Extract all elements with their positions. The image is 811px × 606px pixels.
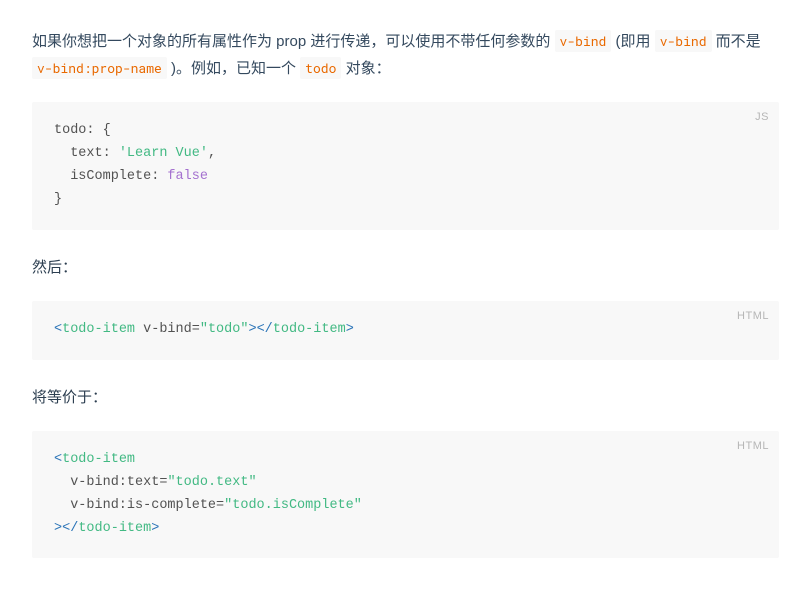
- inline-code-vbind: v-bind: [655, 30, 712, 52]
- code-block-js: JS todo: { text: 'Learn Vue', isComplete…: [32, 102, 779, 230]
- text-segment: (即用: [616, 33, 655, 50]
- inline-code-vbind-propname: v-bind:prop-name: [32, 57, 167, 79]
- text-segment: )。例如，已知一个: [171, 60, 300, 77]
- code-content: todo: { text: 'Learn Vue', isComplete: f…: [54, 120, 757, 212]
- intro-paragraph: 如果你想把一个对象的所有属性作为 prop 进行传递，可以使用不带任何参数的 v…: [32, 28, 779, 82]
- text-segment: 对象：: [346, 60, 391, 77]
- text-segment: 而不是: [716, 33, 761, 50]
- code-content: <todo-item v-bind:text="todo.text" v-bin…: [54, 449, 757, 541]
- code-lang-label: HTML: [737, 437, 769, 456]
- code-lang-label: HTML: [737, 307, 769, 326]
- code-content: <todo-item v-bind="todo"></todo-item>: [54, 319, 757, 342]
- code-block-html-expanded: HTML <todo-item v-bind:text="todo.text" …: [32, 431, 779, 559]
- text-segment: 如果你想把一个对象的所有属性作为 prop 进行传递，可以使用不带任何参数的: [32, 33, 555, 50]
- inline-code-vbind: v-bind: [555, 30, 612, 52]
- heading-then: 然后：: [32, 254, 779, 281]
- heading-equiv: 将等价于：: [32, 384, 779, 411]
- code-lang-label: JS: [755, 108, 769, 127]
- code-block-html-short: HTML <todo-item v-bind="todo"></todo-ite…: [32, 301, 779, 360]
- inline-code-todo: todo: [300, 57, 341, 79]
